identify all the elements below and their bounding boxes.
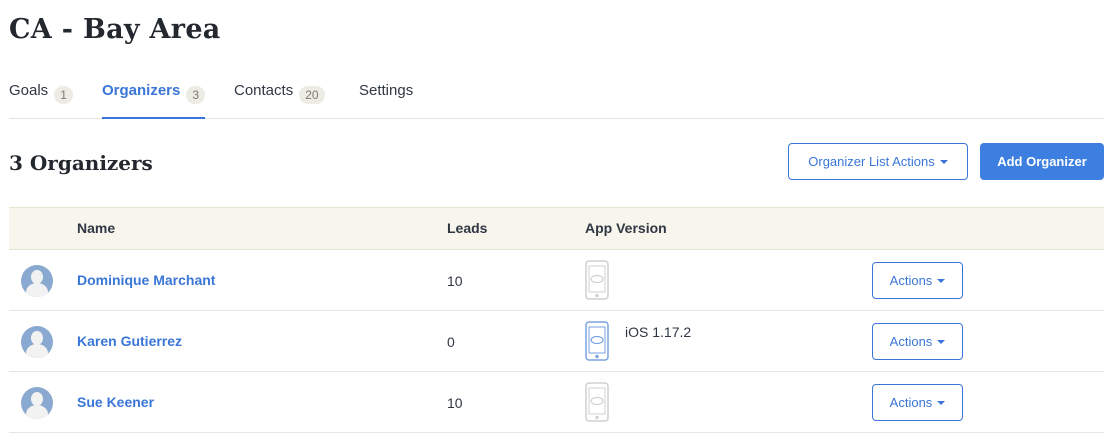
tab-goals-label: Goals	[9, 82, 49, 99]
add-organizer-button[interactable]: Add Organizer	[980, 143, 1104, 180]
table-row: Sue Keener 10 Actions	[9, 372, 1104, 433]
app-version: iOS 1.17.2	[625, 324, 692, 340]
row-actions-label: Actions	[889, 334, 933, 349]
tab-organizers-label: Organizers	[102, 82, 181, 99]
table-row: Dominique Marchant 10 Actions	[9, 250, 1104, 311]
tab-contacts-count: 20	[299, 86, 325, 104]
table-row: Karen Gutierrez 0 iOS 1.17.2 Actions	[9, 311, 1104, 372]
section-title: 3 Organizers	[9, 151, 153, 175]
organizer-list-actions-label: Organizer List Actions	[808, 154, 935, 169]
avatar	[21, 326, 53, 358]
tab-contacts[interactable]: Contacts 20	[234, 82, 325, 119]
organizers-table: Name Leads App Version Dominique Marchan…	[9, 207, 1104, 433]
tab-organizers-count: 3	[186, 86, 206, 104]
tab-settings[interactable]: Settings	[359, 82, 413, 119]
row-actions-button[interactable]: Actions	[872, 384, 963, 421]
caret-down-icon	[937, 400, 946, 405]
organizer-name-link[interactable]: Dominique Marchant	[77, 272, 215, 288]
avatar	[21, 265, 53, 297]
caret-down-icon	[937, 339, 946, 344]
tab-contacts-label: Contacts	[234, 82, 294, 99]
phone-app-icon	[585, 260, 609, 300]
column-header-leads[interactable]: Leads	[447, 220, 487, 236]
leads-count: 0	[447, 334, 455, 350]
row-actions-label: Actions	[889, 273, 933, 288]
caret-down-icon	[937, 278, 946, 283]
phone-app-icon	[585, 321, 609, 361]
table-header: Name Leads App Version	[9, 207, 1104, 250]
tab-settings-label: Settings	[359, 82, 414, 99]
column-header-app-version[interactable]: App Version	[585, 220, 667, 236]
tab-goals[interactable]: Goals 1	[9, 82, 73, 119]
phone-app-icon	[585, 382, 609, 422]
caret-down-icon	[939, 159, 948, 164]
tab-organizers[interactable]: Organizers 3	[102, 82, 206, 119]
column-header-name[interactable]: Name	[77, 220, 115, 236]
row-actions-button[interactable]: Actions	[872, 262, 963, 299]
avatar	[21, 387, 53, 419]
organizer-list-actions-button[interactable]: Organizer List Actions	[788, 143, 968, 180]
organizer-name-link[interactable]: Karen Gutierrez	[77, 333, 182, 349]
organizer-name-link[interactable]: Sue Keener	[77, 394, 154, 410]
tab-bar: Goals 1 Organizers 3 Contacts 20 Setting…	[9, 0, 1104, 119]
row-actions-label: Actions	[889, 395, 933, 410]
row-actions-button[interactable]: Actions	[872, 323, 963, 360]
leads-count: 10	[447, 273, 463, 289]
leads-count: 10	[447, 395, 463, 411]
tab-goals-count: 1	[54, 86, 73, 104]
